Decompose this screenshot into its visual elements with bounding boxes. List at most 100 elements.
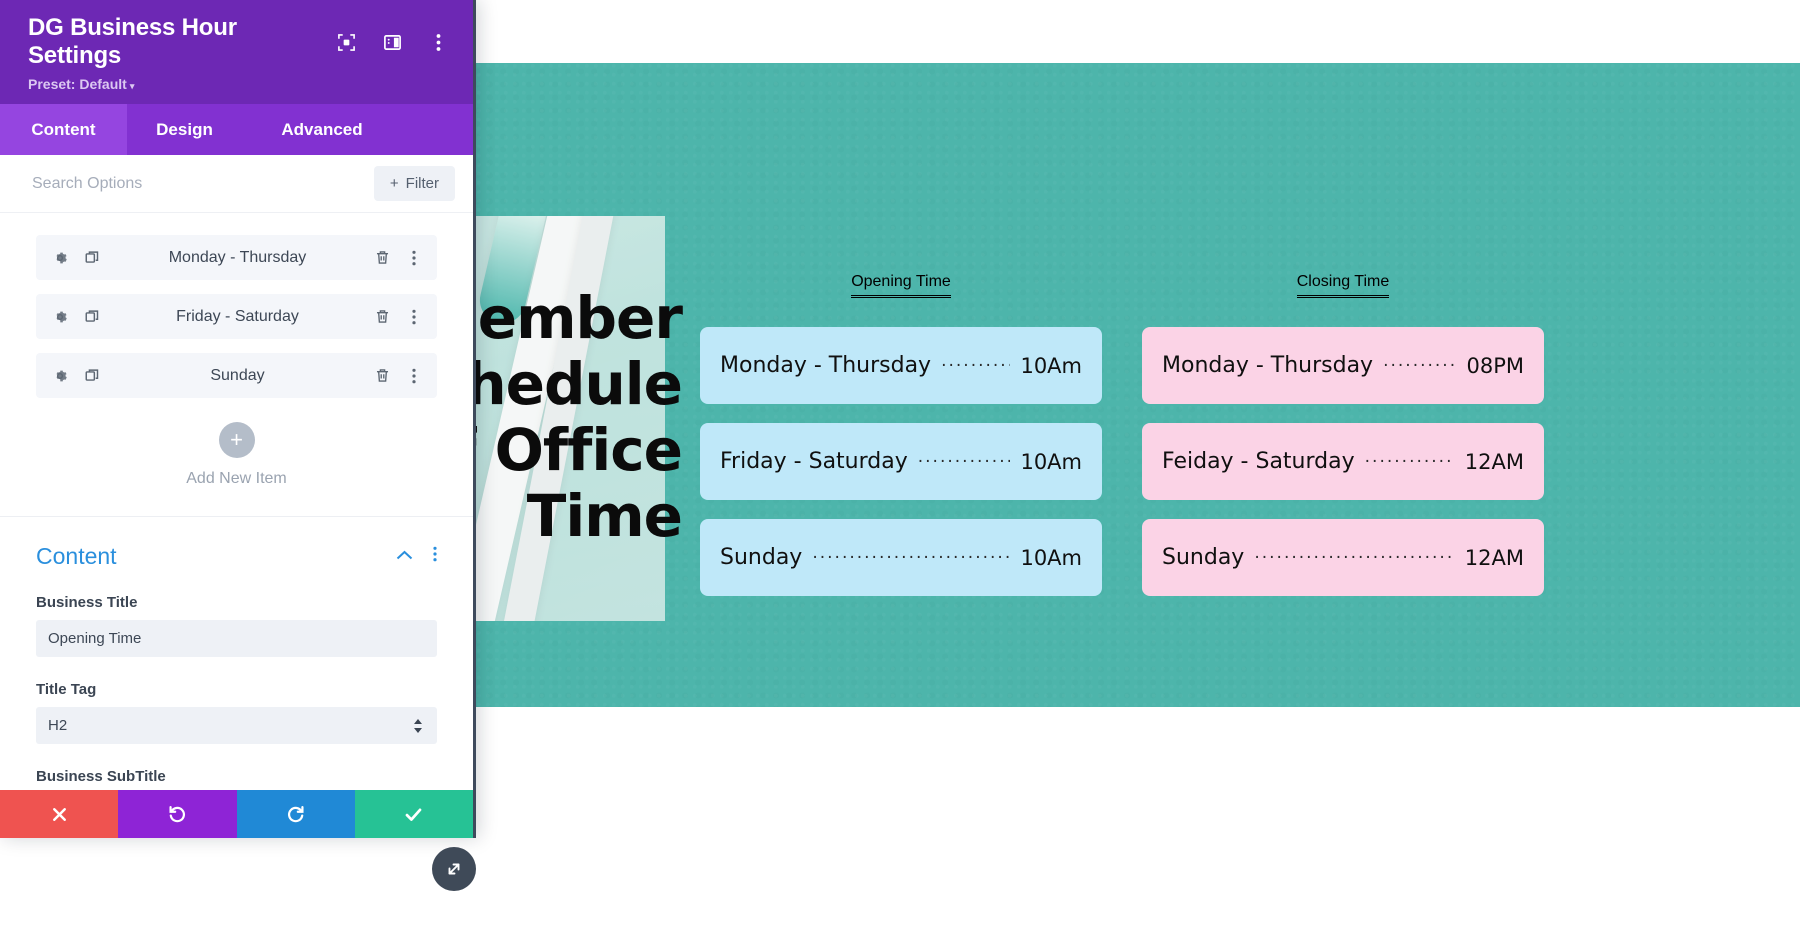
list-item-label: Monday - Thursday — [168, 248, 307, 266]
redo-button[interactable] — [236, 790, 355, 838]
undo-button[interactable] — [118, 790, 237, 838]
panel-resize-handle[interactable] — [432, 847, 476, 891]
opening-row-day: Friday - Saturday — [720, 449, 908, 474]
chevron-down-icon: ▾ — [129, 81, 135, 91]
list-item[interactable]: Friday - Saturday — [36, 294, 437, 339]
opening-row-day: Monday - Thursday — [720, 353, 932, 378]
gear-icon[interactable] — [50, 366, 69, 385]
chevron-up-icon[interactable] — [396, 548, 413, 566]
opening-row: Friday - Saturday ··············· 10Am — [700, 423, 1102, 500]
item-left-icons — [50, 366, 102, 385]
duplicate-icon[interactable] — [83, 248, 102, 267]
title-tag-select[interactable] — [36, 707, 437, 744]
panel-body: Monday - Thursday Friday - Saturday Sund… — [0, 213, 473, 790]
title-tag-field: Title Tag — [36, 681, 437, 744]
dot-leader: ·············· — [941, 355, 1010, 376]
plus-icon[interactable]: + — [218, 422, 255, 458]
panel-title: DG Business Hour Settings — [28, 14, 237, 69]
redo-arrow-icon — [288, 805, 304, 822]
duplicate-icon[interactable] — [83, 307, 102, 326]
panel-footer — [0, 790, 473, 838]
tab-content[interactable]: Content — [0, 104, 127, 155]
resize-diagonal-icon — [448, 863, 460, 875]
business-subtitle-field: Business SubTitle — [36, 768, 437, 790]
dot-leader: ································ — [812, 547, 1010, 568]
tab-design[interactable]: Design — [127, 104, 242, 155]
dot-leader: ··············· — [917, 451, 1011, 472]
repeater-items-list: Monday - Thursday Friday - Saturday Sund… — [0, 213, 473, 516]
closing-row-day: Feiday - Saturday — [1162, 449, 1355, 474]
filter-button[interactable]: + Filter — [373, 166, 455, 201]
closing-title-holder: Closing Time — [1142, 273, 1544, 298]
close-x-icon — [52, 807, 66, 821]
opening-row: Sunday ································ … — [700, 519, 1102, 596]
checkmark-icon — [406, 808, 422, 821]
preset-selector[interactable]: Preset: Default ▾ — [28, 76, 453, 92]
content-section-header: Content — [36, 543, 437, 570]
kebab-menu-icon[interactable] — [404, 307, 423, 326]
business-title-label: Business Title — [36, 594, 138, 611]
closing-row: Feiday - Saturday ··············· 12AM — [1142, 423, 1544, 500]
trash-icon[interactable] — [373, 307, 392, 326]
business-subtitle-label: Business SubTitle — [36, 768, 166, 785]
trash-icon[interactable] — [373, 366, 392, 385]
list-item-label: Friday - Saturday — [176, 307, 299, 325]
kebab-menu-icon[interactable] — [404, 366, 423, 385]
duplicate-icon[interactable] — [83, 366, 102, 385]
kebab-menu-icon[interactable] — [427, 31, 449, 53]
dot-leader: ································ — [1254, 547, 1455, 568]
list-item-label: Sunday — [210, 366, 265, 384]
item-right-icons — [373, 366, 423, 385]
title-tag-select-wrap — [36, 707, 437, 744]
opening-time-title: Opening Time — [851, 273, 951, 298]
kebab-menu-icon[interactable] — [433, 546, 437, 567]
panel-header: DG Business Hour Settings Preset: Defaul… — [0, 0, 473, 104]
opening-row-time: 10Am — [1020, 353, 1082, 378]
filter-button-label: Filter — [405, 175, 439, 192]
preset-label: Preset: Default — [28, 76, 127, 92]
item-right-icons — [373, 307, 423, 326]
gear-icon[interactable] — [50, 248, 69, 267]
tab-advanced[interactable]: Advanced — [242, 104, 402, 155]
closing-row-time: 12AM — [1464, 545, 1524, 570]
opening-row-time: 10Am — [1020, 545, 1082, 570]
search-input[interactable] — [32, 174, 374, 193]
module-settings-panel: DG Business Hour Settings Preset: Defaul… — [0, 0, 476, 838]
gear-icon[interactable] — [50, 307, 69, 326]
item-right-icons — [373, 248, 423, 267]
business-title-input[interactable] — [36, 620, 437, 657]
trash-icon[interactable] — [373, 248, 392, 267]
app-screen: Remember Schedule Of Office Time Opening… — [0, 0, 1800, 930]
add-new-item-label: Add New Item — [186, 470, 287, 487]
business-title-field: Business Title — [36, 594, 437, 657]
opening-time-column: Opening Time Monday - Thursday ·········… — [700, 273, 1102, 615]
closing-time-column: Closing Time Monday - Thursday ·········… — [1142, 273, 1544, 615]
closing-row-time: 12AM — [1464, 449, 1524, 474]
closing-row-day: Sunday — [1162, 545, 1245, 570]
item-left-icons — [50, 248, 102, 267]
closing-time-title: Closing Time — [1296, 273, 1390, 298]
focus-frame-icon[interactable] — [335, 31, 357, 53]
list-item[interactable]: Sunday — [36, 353, 437, 398]
opening-title-holder: Opening Time — [700, 273, 1102, 298]
save-button[interactable] — [354, 790, 473, 838]
undo-arrow-icon — [169, 805, 185, 822]
content-section-tools — [396, 546, 437, 567]
kebab-menu-icon[interactable] — [404, 248, 423, 267]
content-section: Content Business Title Titl — [0, 517, 473, 790]
panel-header-icons — [335, 31, 453, 53]
closing-row-day: Monday - Thursday — [1162, 353, 1374, 378]
cancel-button[interactable] — [0, 790, 119, 838]
item-left-icons — [50, 307, 102, 326]
add-new-item-button[interactable]: + Add New Item — [36, 412, 437, 516]
business-hours-columns: Opening Time Monday - Thursday ·········… — [700, 273, 1600, 615]
content-section-title: Content — [36, 543, 117, 569]
closing-row-time: 08PM — [1466, 353, 1524, 378]
closing-row: Sunday ································ … — [1142, 519, 1544, 596]
list-item[interactable]: Monday - Thursday — [36, 235, 437, 280]
opening-row: Monday - Thursday ·············· 10Am — [700, 327, 1102, 404]
plus-icon: + — [389, 175, 399, 192]
layout-panel-icon[interactable] — [381, 31, 403, 53]
closing-row: Monday - Thursday ·············· 08PM — [1142, 327, 1544, 404]
opening-row-day: Sunday — [720, 545, 803, 570]
